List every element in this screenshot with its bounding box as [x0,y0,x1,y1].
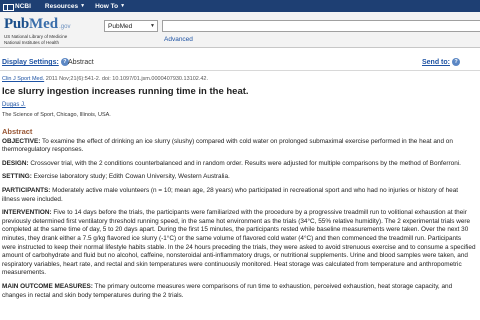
display-toolbar: Display Settings:? Abstract Send to:? [0,56,480,68]
section-text: Crossover trial, with the 2 conditions c… [28,159,461,167]
ncbi-topbar: NCBI Resources ▼ How To ▼ [0,0,480,12]
ncbi-label: NCBI [15,2,31,10]
ncbi-logo-icon [3,3,14,11]
author-affiliation: The Science of Sport, Chicago, Illinois,… [2,112,111,118]
pubmed-logo[interactable]: PubMed.gov US National Library of Medici… [4,15,114,45]
logo-pub: Pub [4,16,29,32]
section-label: PARTICIPANTS: [2,186,51,194]
display-format-value: Abstract [68,58,94,66]
section-text: Moderately active male volunteers (n = 1… [2,186,459,203]
howto-label: How To [95,2,119,10]
section-label: OBJECTIVE: [2,137,41,145]
section-label: INTERVENTION: [2,209,52,217]
section-text: Five to 14 days before the trials, the p… [2,209,476,277]
chevron-down-icon: ▼ [80,3,86,9]
org-name: US National Library of Medicine National… [4,34,114,45]
org-line-2: National Institutes of Health [4,39,60,45]
chevron-down-icon: ▼ [120,3,126,9]
database-select[interactable]: PubMed ▼ [104,20,158,32]
search-input[interactable] [162,20,480,32]
send-to-link[interactable]: Send to:? [422,58,460,66]
help-icon: ? [452,58,460,66]
section-label: MAIN OUTCOME MEASURES: [2,282,93,290]
advanced-search-link[interactable]: Advanced [164,36,193,43]
citation-line: Clin J Sport Med. 2011 Nov;21(6):541-2. … [2,76,208,82]
logo-med: Med [28,16,59,32]
author-link[interactable]: Dugas J. [2,102,26,108]
display-settings-label: Display Settings: [2,58,59,66]
abstract-intervention: INTERVENTION: Five to 14 days before the… [2,209,476,278]
article-title: Ice slurry ingestion increases running t… [2,86,249,97]
abstract-objective: OBJECTIVE: To examine the effect of drin… [2,138,476,155]
section-label: DESIGN: [2,159,29,167]
resources-label: Resources [44,2,79,10]
resources-menu[interactable]: Resources ▼ [45,3,85,10]
send-to-label: Send to: [422,58,450,66]
ncbi-home-link[interactable]: NCBI [3,2,31,11]
section-label: SETTING: [2,173,32,181]
database-select-value: PubMed [108,22,133,30]
howto-menu[interactable]: How To ▼ [95,3,125,10]
display-settings-link[interactable]: Display Settings:? [2,58,69,66]
abstract-design: DESIGN: Crossover trial, with the 2 cond… [2,160,476,169]
toolbar-divider [0,70,480,71]
abstract-section: Abstract OBJECTIVE: To examine the effec… [2,127,476,305]
abstract-main-outcome: MAIN OUTCOME MEASURES: The primary outco… [2,283,476,300]
search-header: PubMed.gov US National Library of Medici… [0,12,480,48]
logo-wordmark: PubMed.gov [4,15,114,33]
chevron-down-icon: ▼ [150,23,155,29]
abstract-setting: SETTING: Exercise laboratory study; Edit… [2,173,476,182]
section-text: To examine the effect of drinking an ice… [2,137,453,154]
section-text: Exercise laboratory study; Edith Cowan U… [31,173,230,181]
abstract-participants: PARTICIPANTS: Moderately active male vol… [2,187,476,204]
logo-gov: .gov [59,24,71,30]
citation-details: 2011 Nov;21(6):541-2. doi: 10.1097/01.js… [44,76,208,82]
abstract-heading: Abstract [2,127,33,136]
journal-link[interactable]: Clin J Sport Med. [2,76,44,82]
